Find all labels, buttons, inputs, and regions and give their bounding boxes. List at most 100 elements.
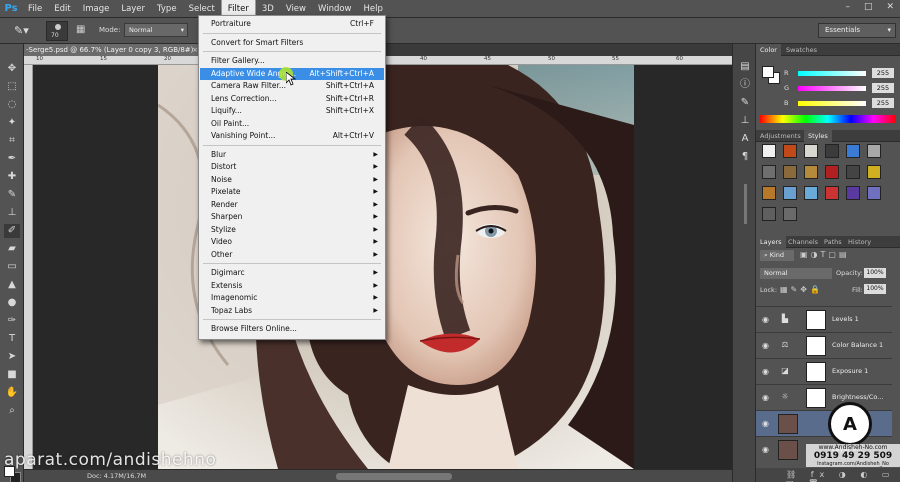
layer-actions[interactable]: ⛓ fx ◑ ◐ ▭ ▤ 🗑 — [786, 470, 900, 482]
layer-filter-icons[interactable]: ▣◑T▢▤ — [800, 250, 850, 259]
blur-tool-icon[interactable]: ▲ — [4, 278, 20, 292]
layer-row[interactable]: ◉ ☼ Brightness/Co... — [756, 384, 892, 410]
lock-icons[interactable]: ▦✎✥🔒 — [780, 285, 823, 294]
style-swatch[interactable] — [783, 186, 797, 200]
dock-scrollbar[interactable] — [744, 184, 747, 224]
style-swatch[interactable] — [867, 144, 881, 158]
style-swatch[interactable] — [804, 186, 818, 200]
layer-row[interactable]: ◉ ◪ Exposure 1 — [756, 358, 892, 384]
maximize-button[interactable]: □ — [864, 2, 873, 12]
history-panel-icon[interactable]: ▤ — [738, 60, 752, 74]
brush-preset-picker[interactable]: 70 — [46, 21, 68, 41]
gradient-tool-icon[interactable]: ▭ — [4, 260, 20, 274]
path-select-tool-icon[interactable]: ➤ — [4, 350, 20, 364]
clone-stamp-tool-icon[interactable]: ⊥ — [4, 206, 20, 220]
layer-mask-thumbnail[interactable] — [806, 310, 826, 330]
paragraph-panel-icon[interactable]: ¶ — [738, 150, 752, 164]
slider-track[interactable] — [798, 71, 866, 76]
clone-source-panel-icon[interactable]: ⊥ — [738, 114, 752, 128]
horizontal-scrollbar[interactable] — [336, 473, 452, 480]
filter-menu-item-stylize[interactable]: Stylize ▶ — [200, 224, 384, 236]
style-swatch[interactable] — [825, 165, 839, 179]
menu-edit[interactable]: Edit — [48, 0, 76, 18]
filter-menu-item-pixelate[interactable]: Pixelate ▶ — [200, 186, 384, 198]
style-swatch[interactable] — [867, 165, 881, 179]
menu-type[interactable]: Type — [151, 0, 183, 18]
healing-brush-tool-icon[interactable]: ✚ — [4, 170, 20, 184]
filter-menu-item-vanishing-point[interactable]: Vanishing Point... Alt+Ctrl+V — [200, 130, 384, 142]
slider-track[interactable] — [798, 86, 866, 91]
shape-tool-icon[interactable]: ■ — [4, 368, 20, 382]
tab-swatches[interactable]: Swatches — [782, 44, 821, 56]
visibility-eye-icon[interactable]: ◉ — [762, 419, 769, 428]
filter-menu-item-liquify[interactable]: Liquify... Shift+Ctrl+X — [200, 105, 384, 117]
slider-value-input[interactable]: 255 — [872, 98, 894, 108]
style-swatch[interactable] — [846, 165, 860, 179]
dodge-tool-icon[interactable]: ● — [4, 296, 20, 310]
layer-mask-thumbnail[interactable] — [806, 362, 826, 382]
style-swatch[interactable] — [825, 186, 839, 200]
fill-input[interactable]: 100% — [864, 284, 886, 294]
visibility-eye-icon[interactable]: ◉ — [762, 367, 769, 376]
style-swatch[interactable] — [762, 186, 776, 200]
style-swatch[interactable] — [762, 144, 776, 158]
document-tab[interactable]: -Serge5.psd @ 66.7% (Layer 0 copy 3, RGB… — [24, 44, 202, 56]
style-swatch[interactable] — [846, 144, 860, 158]
color-slider-g[interactable]: G 255 — [784, 83, 896, 95]
layer-row[interactable]: ◉ ⚖ Color Balance 1 — [756, 332, 892, 358]
layer-mask-thumbnail[interactable] — [806, 336, 826, 356]
filter-menu-item-sharpen[interactable]: Sharpen ▶ — [200, 211, 384, 223]
character-panel-icon[interactable]: A — [738, 132, 752, 146]
close-button[interactable]: ✕ — [886, 2, 894, 12]
filter-menu-item-portraiture[interactable]: Portraiture Ctrl+F — [200, 18, 384, 30]
style-swatch[interactable] — [783, 165, 797, 179]
crop-tool-icon[interactable]: ⌗ — [4, 134, 20, 148]
brush-panel-icon[interactable]: ▦ — [76, 24, 85, 35]
blend-mode-select[interactable]: Normal — [760, 268, 832, 279]
lasso-tool-icon[interactable]: ◌ — [4, 98, 20, 112]
properties-panel-icon[interactable]: ⓘ — [738, 78, 752, 92]
layer-filter-kind-select[interactable]: ⌕ Kind — [760, 250, 794, 261]
style-swatch[interactable] — [762, 165, 776, 179]
color-slider-b[interactable]: B 255 — [784, 98, 896, 110]
filter-menu-item-topaz-labs[interactable]: Topaz Labs ▶ — [200, 305, 384, 317]
hand-tool-icon[interactable]: ✋ — [4, 386, 20, 400]
slider-value-input[interactable]: 255 — [872, 68, 894, 78]
visibility-eye-icon[interactable]: ◉ — [762, 341, 769, 350]
filter-menu-item-imagenomic[interactable]: Imagenomic ▶ — [200, 292, 384, 304]
eraser-tool-icon[interactable]: ▰ — [4, 242, 20, 256]
filter-menu-item-render[interactable]: Render ▶ — [200, 199, 384, 211]
marquee-tool-icon[interactable]: ⬚ — [4, 80, 20, 94]
minimize-button[interactable]: – — [845, 2, 850, 12]
slider-value-input[interactable]: 255 — [872, 83, 894, 93]
history-brush-tool-icon[interactable]: ✐ — [4, 224, 20, 238]
menu-layer[interactable]: Layer — [115, 0, 151, 18]
visibility-eye-icon[interactable]: ◉ — [762, 393, 769, 402]
brush-tool-icon[interactable]: ✎▾ — [14, 24, 30, 38]
type-tool-icon[interactable]: T — [4, 332, 20, 346]
color-panel-foreground-swatch[interactable] — [762, 66, 774, 78]
pen-tool-icon[interactable]: ✑ — [4, 314, 20, 328]
filter-menu-item-extensis[interactable]: Extensis ▶ — [200, 280, 384, 292]
filter-menu-item-noise[interactable]: Noise ▶ — [200, 174, 384, 186]
filter-menu-item-lens-correction[interactable]: Lens Correction... Shift+Ctrl+R — [200, 93, 384, 105]
style-swatch[interactable] — [804, 144, 818, 158]
style-swatch[interactable] — [762, 207, 776, 221]
filter-menu-item-digimarc[interactable]: Digimarc ▶ — [200, 267, 384, 279]
style-swatch[interactable] — [783, 144, 797, 158]
style-swatch[interactable] — [804, 165, 818, 179]
eyedropper-tool-icon[interactable]: ✒ — [4, 152, 20, 166]
filter-menu-item-other[interactable]: Other ▶ — [200, 249, 384, 261]
menu-image[interactable]: Image — [77, 0, 116, 18]
mode-select[interactable]: Normal — [124, 23, 188, 37]
brush-panel-icon[interactable]: ✎ — [738, 96, 752, 110]
filter-menu-item-filter-gallery[interactable]: Filter Gallery... — [200, 55, 384, 67]
filter-menu-item-oil-paint[interactable]: Oil Paint... — [200, 118, 384, 130]
visibility-eye-icon[interactable]: ◉ — [762, 445, 769, 454]
style-swatch[interactable] — [783, 207, 797, 221]
zoom-tool-icon[interactable]: ⌕ — [4, 404, 20, 418]
layer-mask-thumbnail[interactable] — [806, 388, 826, 408]
filter-menu-item-distort[interactable]: Distort ▶ — [200, 161, 384, 173]
filter-menu-item-video[interactable]: Video ▶ — [200, 236, 384, 248]
layers-bottom-toolbar[interactable]: ⛓ fx ◑ ◐ ▭ ▤ 🗑 — [756, 468, 900, 482]
